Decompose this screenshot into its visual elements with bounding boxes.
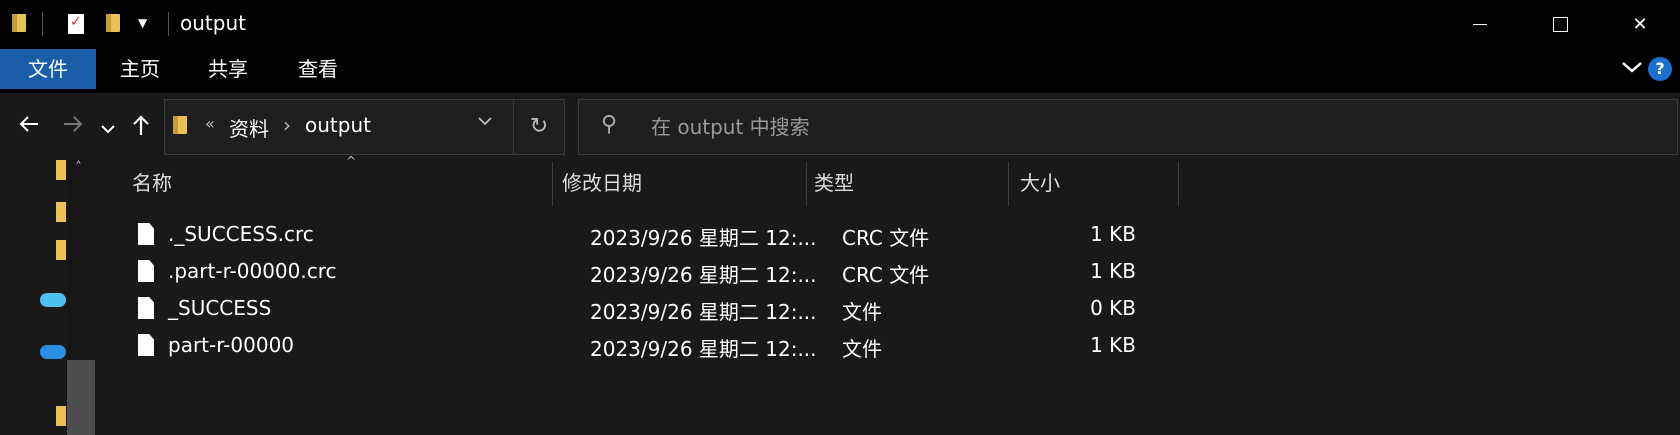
- forward-arrow-icon[interactable]: [62, 113, 84, 141]
- tab-home[interactable]: 主页: [112, 49, 168, 89]
- tab-share[interactable]: 共享: [200, 49, 256, 89]
- file-row[interactable]: .part-r-00000.crc 2023/9/26 星期二 12:... C…: [124, 253, 1224, 290]
- onedrive-personal-icon[interactable]: [40, 293, 66, 307]
- tab-file[interactable]: 文件: [0, 49, 96, 89]
- column-header-size[interactable]: 大小: [1020, 158, 1060, 208]
- ribbon-tabs: 文件 主页 共享 查看 ?: [0, 49, 1680, 93]
- maximize-button[interactable]: [1520, 0, 1600, 49]
- sort-ascending-icon: ^: [346, 154, 357, 168]
- file-size: 1 KB: [1090, 222, 1136, 246]
- properties-icon[interactable]: [68, 14, 84, 34]
- scroll-up-icon[interactable]: ˄: [75, 160, 82, 176]
- refresh-button[interactable]: ↻: [513, 100, 564, 154]
- column-divider[interactable]: [552, 162, 553, 206]
- file-size: 1 KB: [1090, 333, 1136, 357]
- refresh-icon: ↻: [529, 114, 549, 139]
- search-input[interactable]: [649, 112, 1553, 142]
- file-date: 2023/9/26 星期二 12:...: [590, 263, 817, 287]
- file-type: CRC 文件: [842, 226, 930, 250]
- nav-folder-icon[interactable]: [56, 202, 66, 222]
- column-header-type[interactable]: 类型: [814, 158, 854, 208]
- close-button[interactable]: ✕: [1600, 0, 1680, 49]
- file-size: 0 KB: [1090, 296, 1136, 320]
- file-icon: [138, 260, 154, 282]
- navigation-bar: « 资料 › output ↻ ⚲: [0, 93, 1680, 158]
- file-size: 1 KB: [1090, 259, 1136, 283]
- tab-view[interactable]: 查看: [290, 49, 346, 89]
- nav-folder-icon[interactable]: [56, 160, 66, 180]
- column-divider[interactable]: [806, 162, 807, 206]
- file-date: 2023/9/26 星期二 12:...: [590, 337, 817, 361]
- nav-folder-icon[interactable]: [56, 406, 66, 426]
- back-arrow-icon[interactable]: [18, 113, 40, 141]
- search-icon: ⚲: [601, 112, 618, 137]
- column-divider[interactable]: [1008, 162, 1009, 206]
- minimize-button[interactable]: [1440, 0, 1520, 49]
- file-name: ._SUCCESS.crc: [168, 222, 314, 246]
- file-row[interactable]: _SUCCESS 2023/9/26 星期二 12:... 文件 0 KB: [124, 290, 1224, 327]
- file-type: CRC 文件: [842, 263, 930, 287]
- divider: [168, 12, 169, 36]
- new-folder-icon[interactable]: [106, 14, 120, 32]
- column-divider[interactable]: [1178, 162, 1179, 206]
- maximize-icon: [1552, 17, 1568, 32]
- overflow-chevron-icon[interactable]: «: [205, 114, 215, 133]
- folder-icon: [12, 14, 26, 32]
- file-icon: [138, 223, 154, 245]
- onedrive-icon[interactable]: [40, 345, 66, 359]
- divider: [42, 12, 43, 36]
- column-header-name[interactable]: 名称: [132, 158, 172, 208]
- file-type: 文件: [842, 337, 882, 361]
- customize-quick-access-dropdown-icon[interactable]: ▼: [138, 16, 147, 30]
- file-name: _SUCCESS: [168, 296, 272, 320]
- folder-icon: [173, 116, 187, 134]
- breadcrumb-separator-icon[interactable]: ›: [283, 113, 291, 137]
- title-bar: ▼ output ✕: [0, 0, 1680, 49]
- file-name: part-r-00000: [168, 333, 295, 357]
- file-icon: [138, 334, 154, 356]
- file-list: ^ 名称 修改日期 类型 大小 ._SUCCESS.crc 2023/9/26 …: [98, 154, 1680, 435]
- file-icon: [138, 297, 154, 319]
- search-box[interactable]: ⚲: [578, 99, 1678, 155]
- nav-pane-scrollbar[interactable]: ˄: [67, 158, 95, 435]
- file-date: 2023/9/26 星期二 12:...: [590, 300, 817, 324]
- file-date: 2023/9/26 星期二 12:...: [590, 226, 817, 250]
- scrollbar-thumb[interactable]: [67, 360, 95, 435]
- address-bar[interactable]: « 资料 › output ↻: [164, 99, 565, 155]
- file-row[interactable]: part-r-00000 2023/9/26 星期二 12:... 文件 1 K…: [124, 327, 1224, 364]
- recent-locations-chevron-down-icon[interactable]: [100, 117, 116, 142]
- minimize-icon: [1473, 24, 1487, 25]
- navigation-pane: ˄: [0, 158, 98, 435]
- expand-ribbon-chevron-icon[interactable]: [1620, 57, 1644, 82]
- breadcrumb-item[interactable]: output: [305, 113, 371, 137]
- window-title: output: [180, 11, 246, 35]
- file-type: 文件: [842, 300, 882, 324]
- breadcrumb-item[interactable]: 资料: [229, 113, 269, 142]
- file-row[interactable]: ._SUCCESS.crc 2023/9/26 星期二 12:... CRC 文…: [124, 216, 1224, 253]
- help-icon[interactable]: ?: [1648, 57, 1672, 81]
- up-arrow-icon[interactable]: [130, 113, 152, 143]
- file-name: .part-r-00000.crc: [168, 259, 337, 283]
- address-dropdown-chevron-icon[interactable]: [477, 113, 493, 132]
- close-icon: ✕: [1632, 14, 1648, 35]
- nav-folder-icon[interactable]: [56, 240, 66, 260]
- column-header-date[interactable]: 修改日期: [562, 158, 642, 208]
